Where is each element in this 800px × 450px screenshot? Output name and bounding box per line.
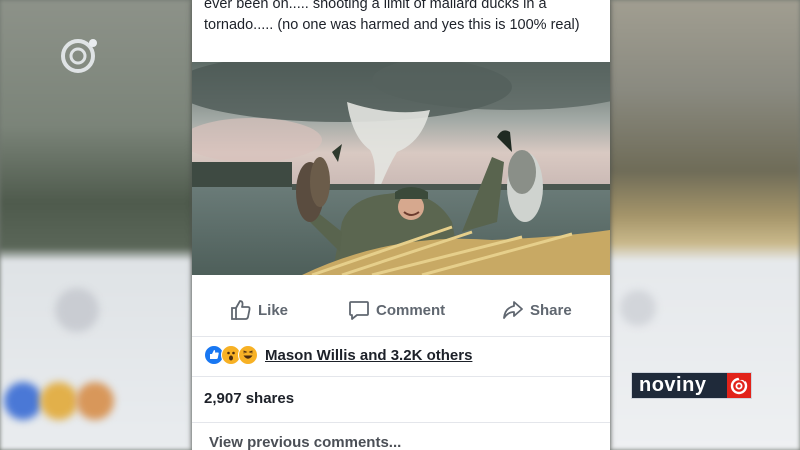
- comment-icon: [349, 301, 369, 320]
- facebook-post-card: ever been on..... shooting a limit of ma…: [192, 0, 610, 450]
- channel-logo: noviny: [631, 372, 752, 399]
- ghost-reaction-blue: [4, 382, 42, 420]
- reaction-names-link[interactable]: Mason Willis and 3.2K others: [265, 347, 472, 364]
- ghost-like-icon: [55, 288, 99, 332]
- ghost-share-icon: [620, 290, 656, 326]
- divider: [192, 336, 610, 337]
- share-count[interactable]: 2,907 shares: [204, 390, 294, 407]
- broadcaster-logo-icon: [61, 39, 97, 73]
- comment-label: Comment: [376, 301, 446, 319]
- divider: [192, 376, 610, 377]
- comment-button[interactable]: Comment: [348, 292, 445, 328]
- view-previous-comments-link[interactable]: View previous comments...: [209, 434, 401, 450]
- haha-icon: [238, 345, 258, 365]
- like-button[interactable]: Like: [230, 292, 288, 328]
- share-label: Share: [530, 301, 572, 319]
- post-photo[interactable]: [192, 62, 610, 275]
- share-button[interactable]: Share: [502, 292, 572, 328]
- ghost-reaction-yellow: [40, 382, 78, 420]
- share-arrow-icon: [503, 301, 523, 319]
- post-text: ever been on..... shooting a limit of ma…: [204, 0, 580, 33]
- thumbs-up-icon: [231, 300, 251, 320]
- post-actions-bar: Like Comment Share: [192, 292, 610, 328]
- like-label: Like: [258, 301, 289, 319]
- channel-swirl-icon: [727, 373, 751, 398]
- divider: [192, 422, 610, 423]
- tornado-duck-photo: [192, 62, 610, 275]
- reactions-summary[interactable]: Mason Willis and 3.2K others: [204, 344, 472, 366]
- ghost-reaction-orange: [76, 382, 114, 420]
- channel-name: noviny: [639, 374, 707, 396]
